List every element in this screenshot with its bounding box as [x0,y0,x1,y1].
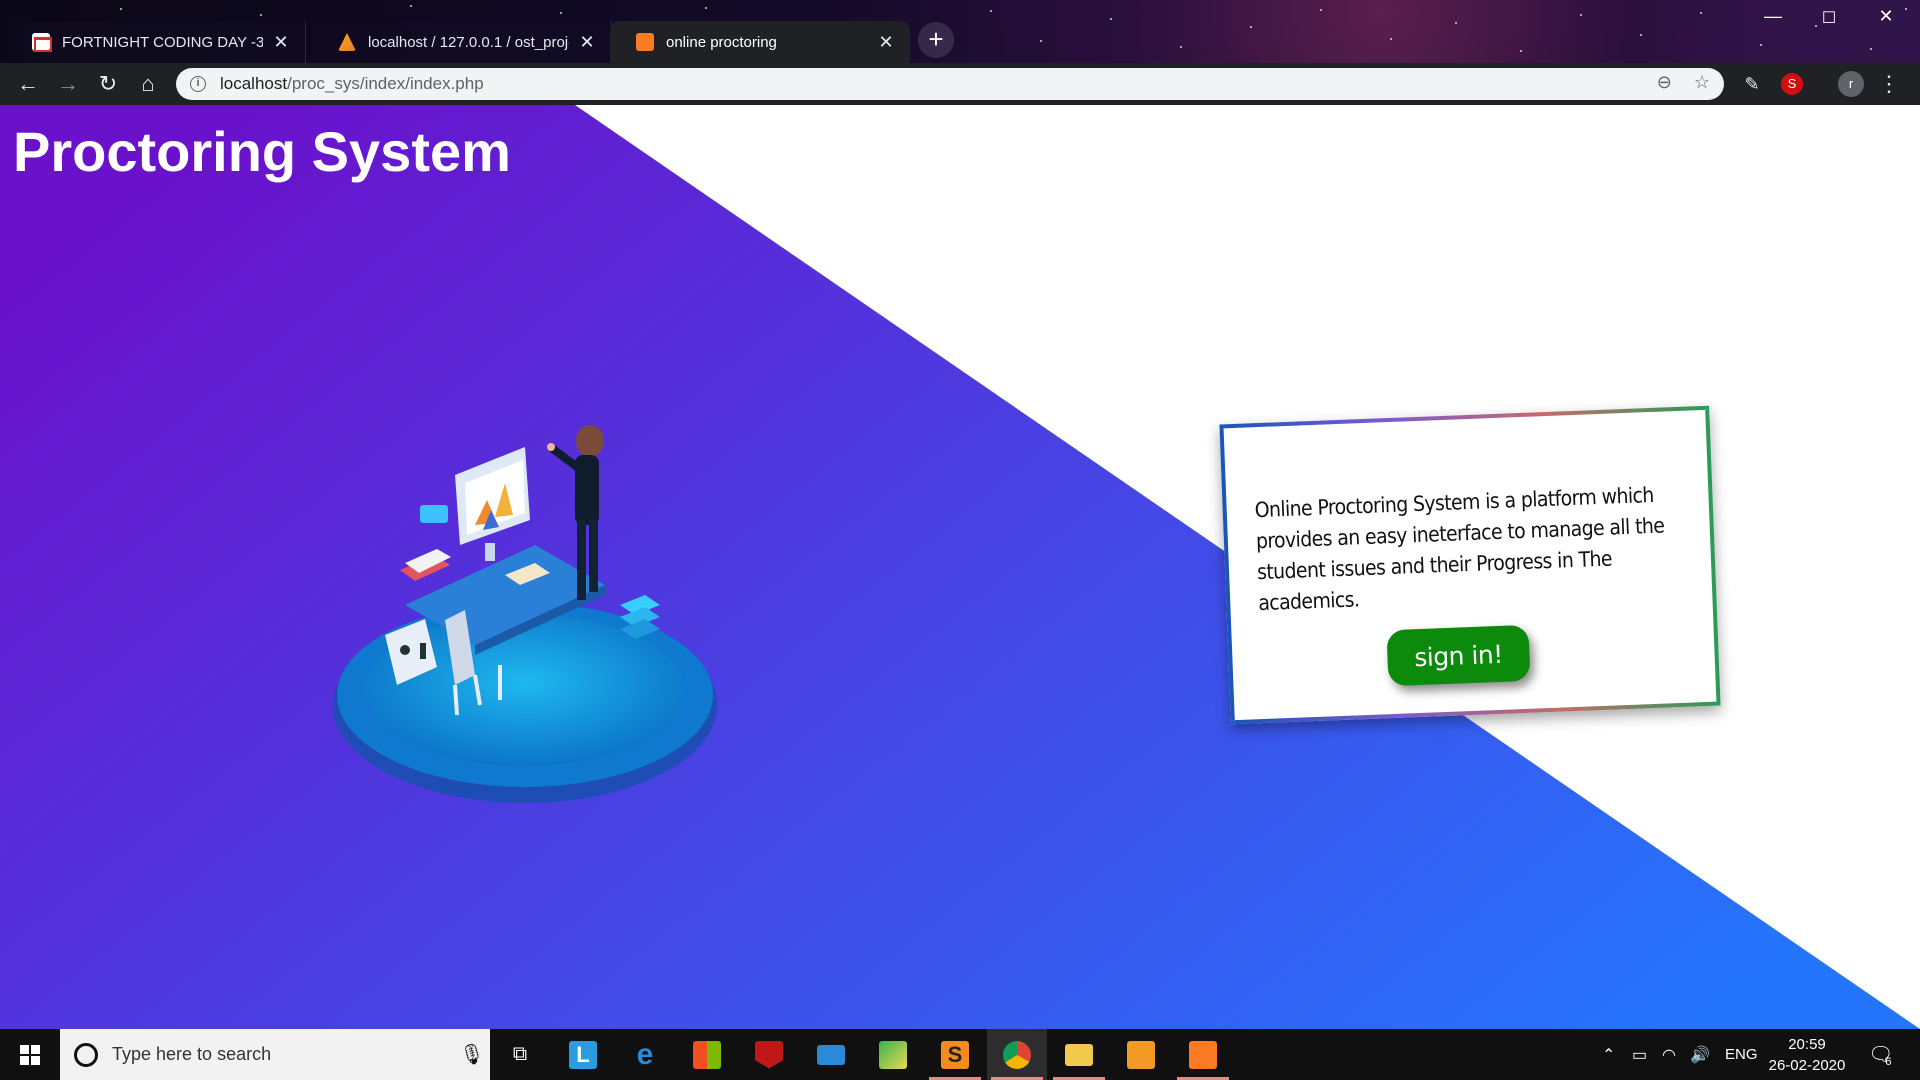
package-icon[interactable] [1111,1029,1171,1080]
browser-toolbar: ← → ↻ ⌂ i localhost/proc_sys/index/index… [0,63,1920,105]
battery-icon[interactable]: ▭ [1632,1029,1647,1080]
forward-arrow-icon[interactable]: → [53,70,83,98]
back-arrow-icon[interactable]: ← [13,70,43,98]
windows-taskbar: Type here to search 🎙 ⧉ L e S ⌃ ▭ ◠ 🔊 EN… [0,1029,1920,1080]
zoom-icon[interactable]: ⊖ [1657,72,1672,93]
lightshot-icon[interactable]: L [553,1029,613,1080]
mail-icon[interactable] [801,1029,861,1080]
notification-count: 6 [1885,1055,1892,1068]
sign-in-button[interactable]: sign in! [1386,624,1531,687]
file-explorer-icon[interactable] [1049,1029,1109,1080]
windows-start-icon[interactable] [0,1029,60,1080]
info-icon[interactable]: i [190,76,206,92]
address-path: /proc_sys/index/index.php [287,74,484,93]
page-title: Proctoring System [13,120,511,183]
browser-titlebar: FORTNIGHT CODING DAY -3 HAC ✕ localhost … [0,0,1920,63]
mcafee-icon[interactable] [739,1029,799,1080]
sublime-icon[interactable]: S [925,1029,985,1080]
menu-kebab-icon[interactable]: ⋮ [1878,73,1900,95]
tab-online-proctoring[interactable]: online proctoring ✕ [610,21,910,63]
xampp-icon [636,33,654,51]
page-viewport: Proctoring System Online Proctoring Syst… [0,105,1920,1029]
taskbar-search-box[interactable]: Type here to search 🎙 [60,1029,490,1080]
task-view-icon[interactable]: ⧉ [490,1029,550,1080]
tab-title: online proctoring [666,33,777,51]
window-close-button[interactable]: ✕ [1858,6,1914,27]
new-tab-button[interactable]: + [918,22,954,58]
home-icon[interactable]: ⌂ [133,70,163,98]
volume-icon[interactable]: 🔊 [1690,1029,1710,1080]
tab-gmail[interactable]: FORTNIGHT CODING DAY -3 HAC ✕ [6,21,306,63]
xampp-icon[interactable] [1173,1029,1233,1080]
notification-icon[interactable]: 🗨 6 [1868,1029,1893,1080]
pen-extension-icon[interactable]: ✎ [1741,73,1763,95]
profile-avatar[interactable]: r [1838,71,1864,97]
close-icon[interactable]: ✕ [271,32,291,53]
clock-time: 20:59 [1788,1036,1826,1053]
chevron-up-icon[interactable]: ⌃ [1602,1029,1615,1080]
clock-date: 26-02-2020 [1768,1057,1846,1074]
address-host: localhost [220,74,288,93]
maximize-button[interactable]: ☐ [1801,8,1857,28]
gmail-icon [32,33,52,52]
extension-badge-icon[interactable]: S [1781,73,1803,95]
wifi-icon[interactable]: ◠ [1662,1029,1676,1080]
address-bar[interactable]: i localhost/proc_sys/index/index.php ⊖ ☆ [176,68,1724,100]
tab-title: FORTNIGHT CODING DAY -3 HAC [62,33,263,51]
card-description: Online Proctoring System is a platform w… [1254,482,1665,616]
microphone-icon[interactable]: 🎙 [454,1042,490,1067]
close-icon[interactable]: ✕ [577,32,597,53]
store-icon[interactable] [677,1029,737,1080]
phpmyadmin-icon [338,33,356,51]
tab-title: localhost / 127.0.0.1 / ost_project [368,33,569,51]
edge-icon[interactable]: e [615,1029,675,1080]
minimize-button[interactable]: — [1745,6,1801,27]
language-indicator[interactable]: ENG [1725,1029,1758,1080]
system-clock[interactable]: 20:59 26-02-2020 [1762,1034,1852,1076]
cortana-icon[interactable] [74,1042,98,1067]
reload-icon[interactable]: ↻ [93,70,123,98]
info-card: Online Proctoring System is a platform w… [1219,405,1721,725]
photos-icon[interactable] [863,1029,923,1080]
tab-phpmyadmin[interactable]: localhost / 127.0.0.1 / ost_project ✕ [312,21,612,63]
chrome-icon[interactable] [987,1029,1047,1080]
workspace-illustration [333,425,717,803]
bookmark-star-icon[interactable]: ☆ [1694,72,1710,93]
search-placeholder: Type here to search [112,1044,272,1064]
close-icon[interactable]: ✕ [876,32,896,53]
